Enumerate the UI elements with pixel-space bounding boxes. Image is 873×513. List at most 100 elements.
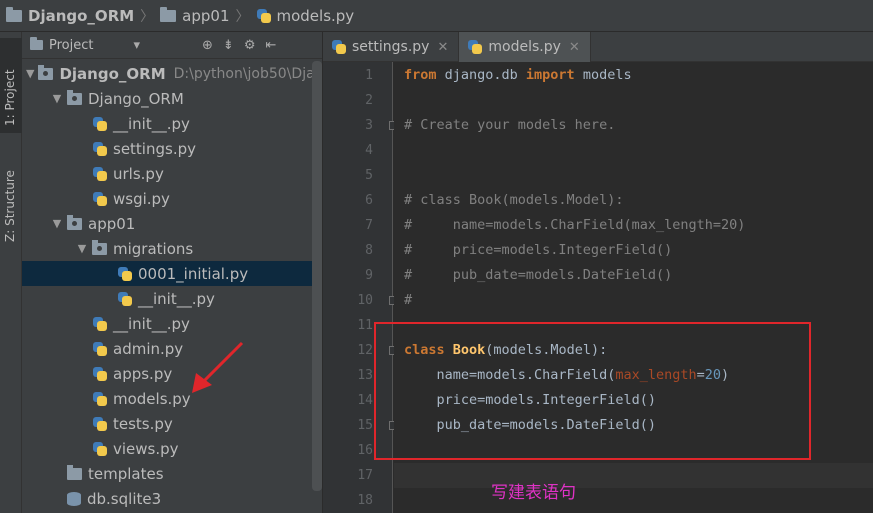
- tree-item[interactable]: ▼ Django_ORM: [22, 86, 322, 111]
- python-file-icon: [92, 116, 108, 132]
- tree-item-label: __init__.py: [138, 289, 215, 308]
- breadcrumb-file[interactable]: models.py: [256, 6, 355, 25]
- line-number: 16: [357, 443, 373, 458]
- expand-arrow-icon[interactable]: ▼: [76, 242, 88, 255]
- breadcrumb-folder[interactable]: app01: [160, 6, 230, 25]
- python-file-icon: [92, 391, 108, 407]
- tree-item[interactable]: settings.py: [22, 136, 322, 161]
- code-line: # price=models.IntegerField(): [404, 242, 673, 258]
- editor-tabs: settings.py ✕ models.py ✕: [323, 32, 873, 62]
- python-file-icon: [92, 341, 108, 357]
- project-toolbar: Project ▾ ⊕ ⇟ ⚙ ⇤: [22, 32, 322, 59]
- red-arrow-annotation: [192, 341, 244, 393]
- tree-item-label: Django_ORM: [88, 89, 184, 108]
- python-file-icon: [92, 166, 108, 182]
- tree-item-label: views.py: [113, 439, 179, 458]
- hide-panel-icon[interactable]: ⇤: [265, 38, 276, 53]
- code-line: # class Book(models.Model):: [404, 192, 624, 208]
- tree-item[interactable]: tests.py: [22, 411, 322, 436]
- line-number: 13: [357, 368, 373, 383]
- line-number: 10: [357, 293, 373, 308]
- code-line: #: [404, 292, 413, 308]
- dropdown-arrow-icon[interactable]: ▾: [133, 38, 140, 53]
- tree-item[interactable]: db.sqlite3: [22, 486, 322, 511]
- line-number: 5: [365, 168, 373, 183]
- tree-item[interactable]: wsgi.py: [22, 186, 322, 211]
- tree-item[interactable]: __init__.py: [22, 286, 322, 311]
- close-icon[interactable]: ✕: [437, 40, 448, 55]
- tree-scrollbar[interactable]: [312, 61, 322, 491]
- tab-settings-py[interactable]: settings.py ✕: [323, 32, 460, 62]
- settings-gear-icon[interactable]: ⚙: [244, 38, 256, 53]
- project-panel: Project ▾ ⊕ ⇟ ⚙ ⇤ ▼ Django_ORM D:\python\j…: [22, 32, 322, 513]
- structure-tool-tab[interactable]: Z: Structure: [0, 150, 22, 250]
- project-view-selector[interactable]: Project: [49, 38, 93, 53]
- annotation-note: 写建表语句: [491, 483, 576, 503]
- tree-item[interactable]: urls.py: [22, 161, 322, 186]
- tree-item[interactable]: views.py: [22, 436, 322, 461]
- tree-item-label: __init__.py: [113, 314, 190, 333]
- tree-item-label: db.sqlite3: [87, 489, 162, 508]
- line-number: 7: [365, 218, 373, 233]
- project-tool-tab[interactable]: 1: Project: [0, 38, 22, 133]
- tree-item[interactable]: models.py: [22, 386, 322, 411]
- python-file-icon: [92, 441, 108, 457]
- tab-label: models.py: [488, 39, 561, 55]
- tree-item[interactable]: apps.py: [22, 361, 322, 386]
- tree-item[interactable]: ▼ migrations: [22, 236, 322, 261]
- line-number: 15: [357, 418, 373, 433]
- breadcrumb-file-label: models.py: [276, 6, 355, 25]
- tree-item[interactable]: __init__.py: [22, 111, 322, 136]
- line-number: 12: [357, 343, 373, 358]
- tab-models-py[interactable]: models.py ✕: [459, 32, 591, 62]
- tree-item-label: urls.py: [113, 164, 164, 183]
- tree-item-label: Django_ORM: [59, 64, 166, 83]
- tree-item-label: tests.py: [113, 414, 173, 433]
- tree-item-label: 0001_initial.py: [138, 264, 249, 283]
- line-number: 11: [357, 318, 373, 333]
- package-folder-icon: [67, 89, 82, 105]
- breadcrumb-project[interactable]: Django_ORM: [6, 6, 135, 25]
- breadcrumb-project-label: Django_ORM: [28, 6, 135, 25]
- chevron-right-icon: 〉: [140, 8, 155, 25]
- python-file-icon: [92, 191, 108, 207]
- package-folder-icon: [92, 239, 107, 255]
- code-line: # Create your models here.: [404, 117, 616, 133]
- structure-tool-tab-label: Z: Structure: [3, 170, 17, 242]
- tree-item-label: app01: [88, 214, 136, 233]
- python-file-icon: [92, 416, 108, 432]
- line-number: 14: [357, 393, 373, 408]
- python-file-icon: [467, 39, 483, 55]
- project-tool-tab-label: 1: Project: [3, 69, 17, 126]
- tree-item[interactable]: ▼ Django_ORM D:\python\job50\Djang: [22, 61, 322, 86]
- python-file-icon: [331, 39, 347, 55]
- tree-item[interactable]: 0001_initial.py: [22, 261, 322, 286]
- collapse-all-icon[interactable]: ⇟: [223, 38, 234, 53]
- folder-icon: [67, 464, 82, 480]
- expand-arrow-icon[interactable]: ▼: [51, 217, 63, 230]
- project-path-hint: D:\python\job50\Djang: [173, 65, 322, 82]
- tree-item-label: migrations: [113, 239, 194, 258]
- locate-icon[interactable]: ⊕: [202, 38, 213, 53]
- python-file-icon: [117, 291, 133, 307]
- python-file-icon: [92, 316, 108, 332]
- expand-arrow-icon[interactable]: ▼: [26, 67, 34, 80]
- tree-item[interactable]: __init__.py: [22, 311, 322, 336]
- close-icon[interactable]: ✕: [569, 40, 580, 55]
- python-file-icon: [256, 8, 272, 24]
- code-line-current: [394, 463, 873, 488]
- package-folder-icon: [38, 64, 54, 80]
- python-file-icon: [117, 266, 133, 282]
- tree-item[interactable]: templates: [22, 461, 322, 486]
- tree-item-label: __init__.py: [113, 114, 190, 133]
- navigation-bar: Django_ORM 〉 app01 〉 models.py: [0, 0, 873, 32]
- line-number: 9: [365, 268, 373, 283]
- tree-item[interactable]: ▼ app01: [22, 211, 322, 236]
- tree-item-label: settings.py: [113, 139, 196, 158]
- tree-item[interactable]: admin.py: [22, 336, 322, 361]
- line-number: 6: [365, 193, 373, 208]
- tool-window-strip: 1: Project Z: Structure: [0, 32, 22, 513]
- tree-item-label: wsgi.py: [113, 189, 170, 208]
- expand-arrow-icon[interactable]: ▼: [51, 92, 63, 105]
- code-line: from django.db import models: [404, 67, 632, 83]
